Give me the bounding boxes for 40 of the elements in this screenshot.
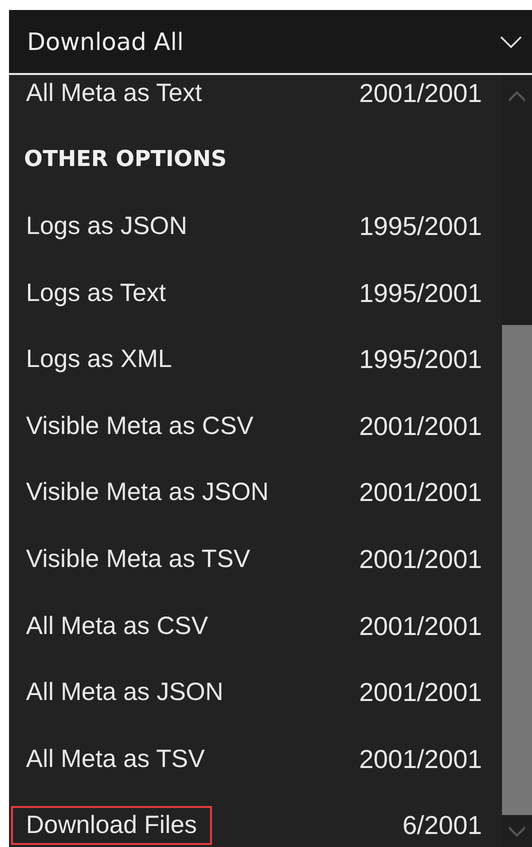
scroll-up-icon[interactable] — [508, 91, 526, 103]
item-count: 2001/2001 — [359, 677, 482, 708]
dropdown-header[interactable]: Download All — [9, 10, 532, 73]
item-count: 2001/2001 — [359, 544, 482, 575]
item-label: Visible Meta as CSV — [25, 410, 254, 442]
item-label: Logs as JSON — [25, 210, 188, 242]
menu-item[interactable]: Download Files 6/2001 — [9, 792, 502, 847]
item-label: Visible Meta as TSV — [25, 544, 252, 575]
item-count: 2001/2001 — [359, 744, 482, 775]
menu-item[interactable]: All Meta as TSV 2001/2001 — [9, 726, 502, 793]
menu-item[interactable]: Visible Meta as TSV 2001/2001 — [9, 526, 502, 593]
chevron-down-icon — [500, 36, 522, 48]
item-label: Download Files — [11, 806, 212, 846]
section-header: OTHER OPTIONS — [24, 147, 227, 172]
scroll-down-icon[interactable] — [508, 825, 526, 837]
menu-item[interactable]: Visible Meta as JSON 2001/2001 — [9, 460, 502, 526]
item-count: 2001/2001 — [359, 610, 482, 642]
item-label: All Meta as TSV — [25, 744, 206, 775]
item-count: 1995/2001 — [359, 344, 482, 376]
item-count: 1995/2001 — [359, 278, 482, 309]
item-label: All Meta as Text — [25, 78, 204, 109]
menu-item[interactable]: Visible Meta as CSV 2001/2001 — [9, 392, 502, 460]
menu-item[interactable]: All Meta as JSON 2001/2001 — [9, 659, 502, 726]
item-count: 2001/2001 — [359, 78, 482, 109]
item-count: 1995/2001 — [359, 210, 482, 242]
menu-item[interactable]: All Meta as CSV 2001/2001 — [9, 592, 502, 660]
menu-item[interactable]: Logs as XML 1995/2001 — [9, 326, 502, 393]
item-label: Logs as Text — [25, 278, 167, 309]
item-count: 6/2001 — [402, 810, 482, 842]
item-count: 2001/2001 — [359, 410, 482, 442]
item-label: All Meta as CSV — [25, 610, 210, 642]
menu-item[interactable]: Logs as JSON 1995/2001 — [9, 193, 502, 260]
menu-item[interactable]: All Meta as Text 2001/2001 — [9, 75, 502, 127]
scrollbar-thumb[interactable] — [502, 325, 532, 815]
item-label: Visible Meta as JSON — [25, 477, 270, 508]
menu-item[interactable]: Logs as Text 1995/2001 — [9, 260, 502, 326]
item-count: 2001/2001 — [359, 477, 482, 508]
item-label: All Meta as JSON — [25, 677, 224, 708]
dropdown-title: Download All — [27, 28, 184, 56]
item-label: Logs as XML — [25, 344, 173, 376]
